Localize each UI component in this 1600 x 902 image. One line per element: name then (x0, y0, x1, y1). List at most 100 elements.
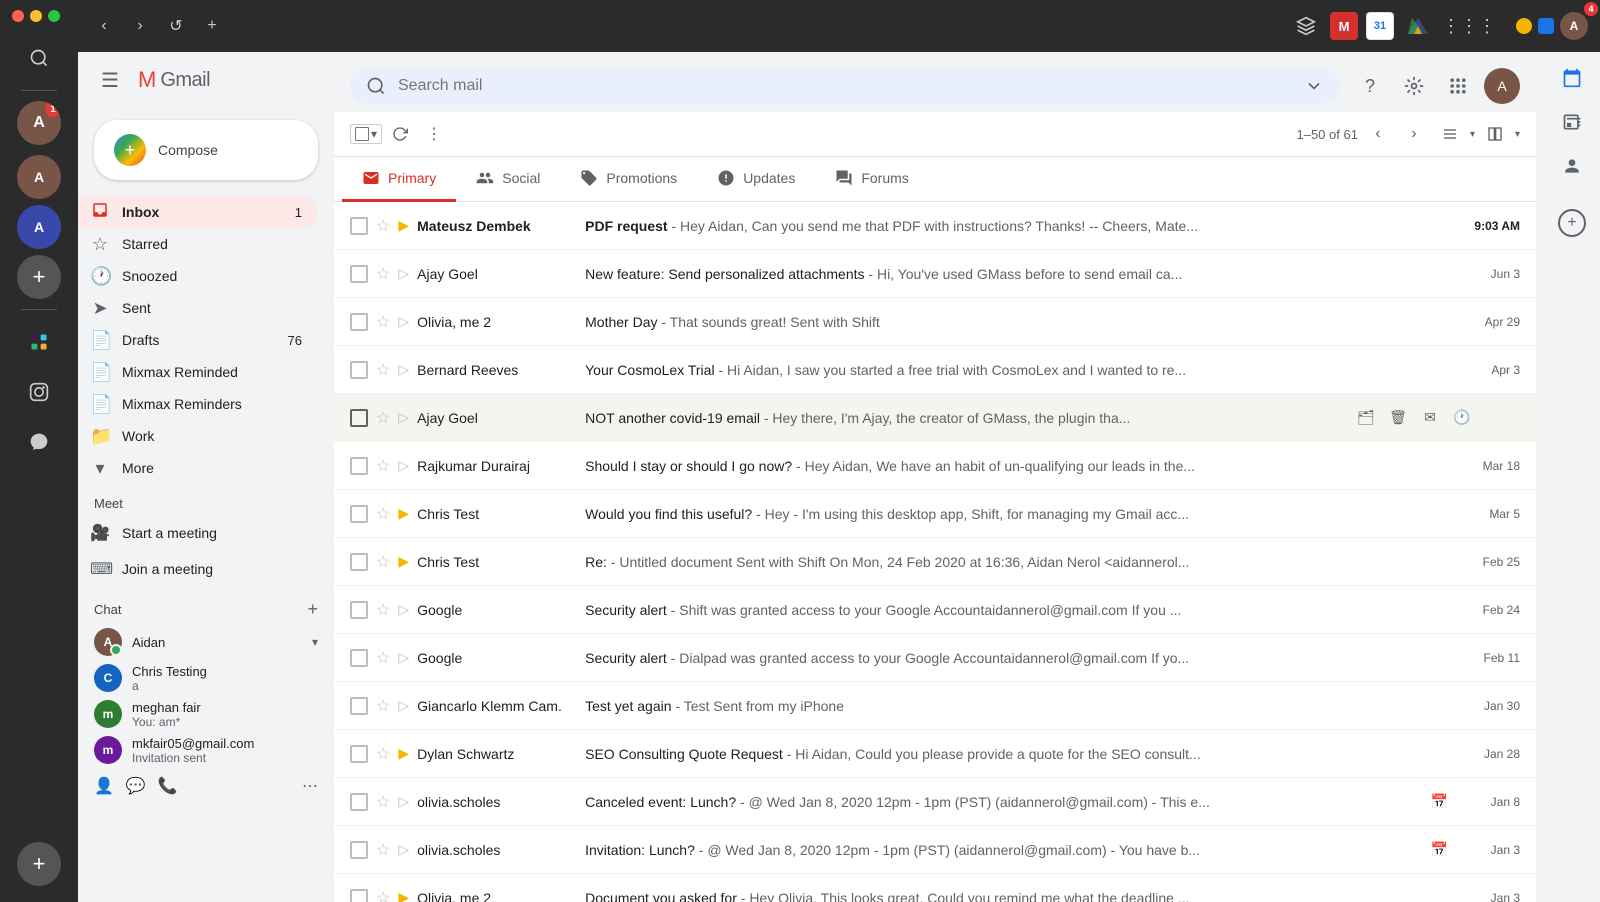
star-icon[interactable]: ☆ (376, 744, 390, 764)
email-checkbox[interactable] (350, 793, 368, 811)
email-row[interactable]: ☆ ▷ Ajay Goel New feature: Send personal… (334, 250, 1536, 298)
user-avatar[interactable]: A (1484, 68, 1520, 104)
reading-pane-button[interactable] (1479, 118, 1511, 150)
star-icon[interactable]: ☆ (376, 696, 390, 716)
account-avatar-3[interactable]: A (17, 205, 61, 249)
email-row[interactable]: ☆ ▷ Bernard Reeves Your CosmoLex Trial -… (334, 346, 1536, 394)
maximize-button[interactable] (48, 10, 60, 22)
email-row[interactable]: ☆ ▷ Giancarlo Klemm Cam. Test yet again … (334, 682, 1536, 730)
pane-dropdown-icon[interactable]: ▾ (1515, 129, 1520, 140)
email-checkbox[interactable] (350, 361, 368, 379)
email-checkbox[interactable] (350, 217, 368, 235)
refresh-email-button[interactable] (384, 118, 416, 150)
stack-icon[interactable] (1290, 10, 1322, 42)
snooze-icon[interactable]: 🕐 (1448, 404, 1476, 432)
calendar-app-icon[interactable]: 31 (1366, 12, 1394, 40)
tab-forums[interactable]: Forums (815, 157, 928, 202)
add-app-button[interactable]: + (17, 842, 61, 886)
next-page-button[interactable]: › (1398, 118, 1430, 150)
search-dropdown-icon[interactable] (1304, 76, 1324, 96)
email-row[interactable]: ☆ ▶ Chris Test Would you find this usefu… (334, 490, 1536, 538)
delete-icon[interactable]: 🗑 (1384, 404, 1412, 432)
messenger-icon[interactable] (17, 420, 61, 464)
close-button[interactable] (12, 10, 24, 22)
star-icon[interactable]: ☆ (376, 216, 390, 236)
account-avatar-2[interactable]: A (17, 155, 61, 199)
tab-social[interactable]: Social (456, 157, 560, 202)
chat-user-chris-testing[interactable]: C Chris Testing a (78, 660, 334, 696)
phone-icon[interactable]: 📞 (158, 776, 178, 796)
new-tab-button[interactable]: + (198, 12, 226, 40)
compose-button[interactable]: + Compose (94, 120, 318, 180)
email-checkbox[interactable] (350, 697, 368, 715)
email-row[interactable]: ☆ ▷ Ajay Goel NOT another covid-19 email… (334, 394, 1536, 442)
sidebar-item-mixmax-reminded[interactable]: 📄 Mixmax Reminded (78, 356, 318, 388)
email-checkbox[interactable] (350, 265, 368, 283)
star-icon[interactable]: ☆ (376, 840, 390, 860)
settings-icon[interactable] (1396, 68, 1432, 104)
slack-icon[interactable]: 4 (17, 320, 61, 364)
email-checkbox[interactable] (350, 409, 368, 427)
contacts-right-icon[interactable] (1554, 148, 1590, 184)
email-checkbox[interactable] (350, 601, 368, 619)
chat-user-aidan[interactable]: A Aidan ▾ (78, 624, 334, 660)
tab-updates[interactable]: Updates (697, 157, 815, 202)
sidebar-item-more[interactable]: ▾ More (78, 452, 318, 484)
mark-unread-icon[interactable]: ✉ (1416, 404, 1444, 432)
email-checkbox[interactable] (350, 505, 368, 523)
email-checkbox[interactable] (350, 457, 368, 475)
star-icon[interactable]: ☆ (376, 456, 390, 476)
email-checkbox[interactable] (350, 553, 368, 571)
email-row[interactable]: ☆ ▷ Rajkumar Durairaj Should I stay or s… (334, 442, 1536, 490)
add-panel-button[interactable]: + (1558, 209, 1586, 237)
bubble-icon[interactable]: 💬 (126, 776, 146, 796)
help-icon[interactable]: ? (1352, 68, 1388, 104)
instagram-icon[interactable] (17, 370, 61, 414)
email-row[interactable]: ☆ ▶ Mateusz Dembek PDF request - Hey Aid… (334, 202, 1536, 250)
star-icon[interactable]: ☆ (376, 408, 390, 428)
tasks-right-icon[interactable] (1554, 104, 1590, 140)
hamburger-menu-button[interactable]: ☰ (94, 64, 126, 96)
star-icon[interactable]: ☆ (376, 648, 390, 668)
gmail-app-icon[interactable]: M (1330, 12, 1358, 40)
chat-user-meghan[interactable]: m meghan fair You: am* (78, 696, 334, 732)
tab-primary[interactable]: Primary (342, 157, 456, 202)
star-icon[interactable]: ☆ (376, 792, 390, 812)
more-dots-icon[interactable]: ⋯ (302, 776, 318, 796)
email-row[interactable]: ☆ ▷ Google Security alert - Shift was gr… (334, 586, 1536, 634)
star-icon[interactable]: ☆ (376, 312, 390, 332)
tab-promotions[interactable]: Promotions (560, 157, 697, 202)
sidebar-item-inbox[interactable]: Inbox 1 (78, 196, 318, 228)
join-meeting-item[interactable]: ⌨ Join a meeting (78, 551, 334, 587)
select-all-checkbox[interactable]: ▾ (350, 124, 382, 144)
sidebar-item-snoozed[interactable]: 🕐 Snoozed (78, 260, 318, 292)
email-checkbox[interactable] (350, 313, 368, 331)
list-view-button[interactable] (1434, 118, 1466, 150)
email-row[interactable]: ☆ ▶ Olivia, me 2 Document you asked for … (334, 874, 1536, 902)
search-input[interactable] (398, 77, 1292, 95)
people-icon[interactable]: 👤 (94, 776, 114, 796)
more-actions-button[interactable]: ⋮ (418, 118, 450, 150)
star-icon[interactable]: ☆ (376, 264, 390, 284)
email-checkbox[interactable] (350, 745, 368, 763)
prev-page-button[interactable]: ‹ (1362, 118, 1394, 150)
email-checkbox[interactable] (350, 841, 368, 859)
add-chat-button[interactable]: + (307, 599, 318, 620)
email-row[interactable]: ☆ ▷ olivia.scholes Invitation: Lunch? - … (334, 826, 1536, 874)
calendar-right-icon[interactable] (1554, 60, 1590, 96)
star-icon[interactable]: ☆ (376, 600, 390, 620)
top-user-avatar[interactable]: A (1560, 12, 1588, 40)
search-icon[interactable] (17, 36, 61, 80)
sidebar-item-drafts[interactable]: 📄 Drafts 76 (78, 324, 318, 356)
apps-grid-icon[interactable]: ⋮⋮⋮ (1442, 16, 1496, 37)
apps-icon[interactable] (1440, 68, 1476, 104)
sidebar-item-sent[interactable]: ➤ Sent (78, 292, 318, 324)
forward-button[interactable]: › (126, 12, 154, 40)
email-checkbox[interactable] (350, 889, 368, 902)
view-dropdown-icon[interactable]: ▾ (1470, 129, 1475, 140)
email-checkbox[interactable] (350, 649, 368, 667)
star-icon[interactable]: ☆ (376, 360, 390, 380)
minimize-button[interactable] (30, 10, 42, 22)
sidebar-item-work[interactable]: 📁 Work (78, 420, 318, 452)
email-row[interactable]: ☆ ▶ Dylan Schwartz SEO Consulting Quote … (334, 730, 1536, 778)
